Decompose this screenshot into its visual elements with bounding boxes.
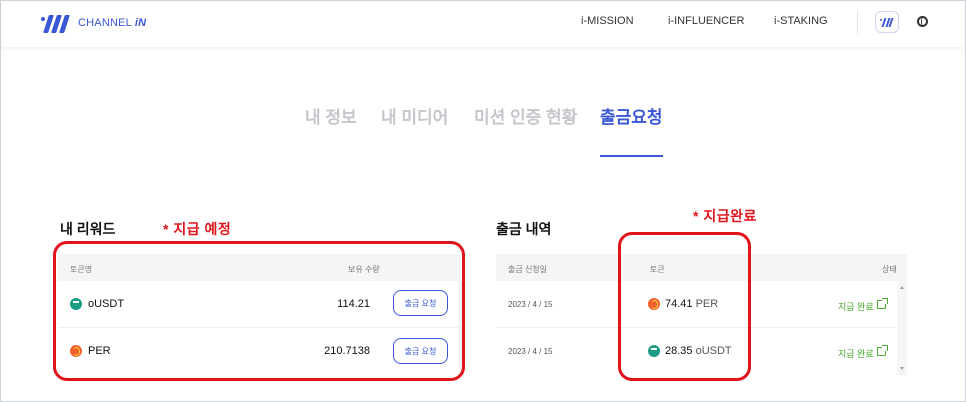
annotation-outline-history-tokens <box>618 232 751 381</box>
tab-mission-status[interactable]: 미션 인증 현황 <box>474 103 577 128</box>
col-request-date: 출금 신청일 <box>508 265 548 274</box>
scroll-down-icon[interactable] <box>900 367 904 370</box>
request-date: 2023 / 4 / 15 <box>508 300 553 309</box>
header-divider <box>857 11 858 35</box>
logo-text-bold: iN <box>134 17 147 29</box>
annotation-outline-rewards <box>53 241 465 381</box>
tab-withdrawal-request[interactable]: 출금요청 <box>600 103 663 128</box>
logo-text-plain: CHANNEL <box>78 17 135 29</box>
annotation-completed: * 지급완료 <box>693 208 757 224</box>
request-date: 2023 / 4 / 15 <box>508 347 553 356</box>
external-link-icon[interactable] <box>877 345 888 356</box>
channel-in-logo[interactable]: CHANNEL iN <box>41 13 146 33</box>
nav-i-mission[interactable]: i-MISSION <box>581 15 634 27</box>
tab-my-media[interactable]: 내 미디어 <box>381 103 448 128</box>
tab-my-info[interactable]: 내 정보 <box>305 103 357 128</box>
status-label: 지급 완료 <box>838 349 874 359</box>
active-tab-indicator <box>600 155 663 157</box>
app-logo-icon <box>880 17 894 27</box>
annotation-scheduled: * 지급 예정 <box>163 221 232 237</box>
logo-mark-icon <box>41 13 70 33</box>
history-title: 출금 내역 <box>496 221 552 237</box>
history-scrollbar[interactable] <box>897 281 907 375</box>
globe-icon[interactable] <box>917 16 928 27</box>
scroll-up-icon[interactable] <box>900 286 904 289</box>
external-link-icon[interactable] <box>877 298 888 309</box>
rewards-title: 내 리워드 <box>60 221 116 237</box>
app-logo-button[interactable] <box>875 11 899 33</box>
nav-i-influencer[interactable]: i-INFLUENCER <box>668 15 744 27</box>
logo-text: CHANNEL iN <box>78 17 146 29</box>
col-status: 상태 <box>882 265 897 274</box>
nav-i-staking[interactable]: i-STAKING <box>774 15 828 27</box>
status-label: 지급 완료 <box>838 302 874 312</box>
